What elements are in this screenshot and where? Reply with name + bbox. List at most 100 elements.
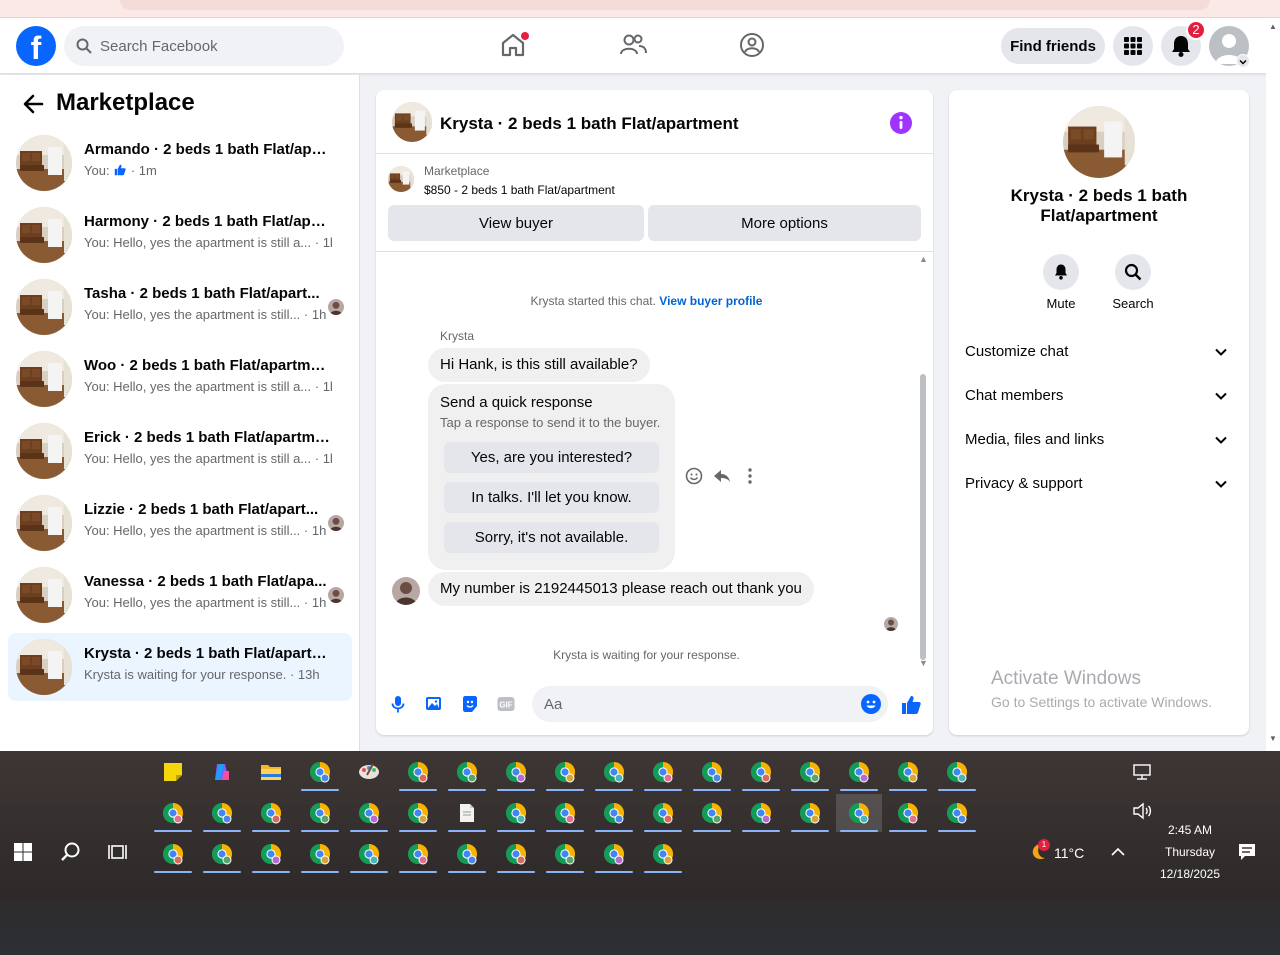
groups-icon[interactable] <box>737 30 767 60</box>
chat-scrollbar[interactable]: ▲ ▼ <box>917 254 929 670</box>
taskbar-app-button[interactable] <box>248 753 294 791</box>
taskbar-app-button[interactable] <box>346 753 392 791</box>
taskbar-app-button[interactable] <box>297 753 343 791</box>
clock-date[interactable]: 12/18/2025 <box>1150 867 1230 881</box>
taskbar-app-button[interactable] <box>199 794 245 832</box>
quick-reply-not-available-button[interactable]: Sorry, it's not available. <box>444 522 659 553</box>
taskbar-app-button[interactable] <box>542 835 588 873</box>
conversation-item[interactable]: Harmony · 2 beds 1 bath Flat/apar... You:… <box>8 201 352 269</box>
message-input-box[interactable] <box>532 686 888 722</box>
scroll-up-icon[interactable]: ▲ <box>1269 22 1277 31</box>
taskbar-app-button[interactable] <box>150 794 196 832</box>
taskbar-app-button[interactable] <box>885 753 931 791</box>
sticker-icon[interactable] <box>460 694 480 714</box>
taskbar-app-button[interactable] <box>150 835 196 873</box>
taskbar-app-button[interactable] <box>591 794 637 832</box>
info-icon[interactable] <box>889 111 913 135</box>
like-icon[interactable] <box>899 693 923 717</box>
gif-icon[interactable]: GIF <box>496 694 516 714</box>
photo-icon[interactable] <box>424 694 444 714</box>
search-in-chat-button[interactable]: Search <box>1103 254 1163 311</box>
notification-center-icon[interactable] <box>1236 841 1258 863</box>
privacy-support-row[interactable]: Privacy & support <box>957 462 1241 506</box>
scroll-up-icon[interactable]: ▲ <box>919 254 928 264</box>
taskbar-app-button[interactable] <box>346 835 392 873</box>
conversation-item[interactable]: Woo · 2 beds 1 bath Flat/apartment You: H… <box>8 345 352 413</box>
taskbar-app-button[interactable] <box>591 753 637 791</box>
facebook-logo[interactable]: f <box>16 26 56 66</box>
chat-members-row[interactable]: Chat members <box>957 374 1241 418</box>
mute-button[interactable]: Mute <box>1031 254 1091 311</box>
listing-thumbnail[interactable] <box>392 102 432 142</box>
taskbar-app-button[interactable] <box>199 753 245 791</box>
taskbar-app-button[interactable] <box>640 794 686 832</box>
taskbar-app-button[interactable] <box>346 794 392 832</box>
chevron-up-icon[interactable] <box>1107 841 1129 863</box>
quick-reply-in-talks-button[interactable]: In talks. I'll let you know. <box>444 482 659 513</box>
back-arrow-icon[interactable] <box>22 93 44 115</box>
taskbar-app-button[interactable] <box>493 753 539 791</box>
search-input[interactable] <box>100 26 330 66</box>
taskbar-app-button[interactable] <box>640 753 686 791</box>
conversation-item[interactable]: Vanessa · 2 beds 1 bath Flat/apa... You: … <box>8 561 352 629</box>
taskbar-app-button[interactable] <box>738 753 784 791</box>
more-options-button[interactable]: More options <box>648 205 921 241</box>
search-button-circle[interactable] <box>1115 254 1151 290</box>
search-box[interactable] <box>64 26 344 66</box>
taskbar-app-button[interactable] <box>493 794 539 832</box>
taskbar-app-button[interactable] <box>150 753 196 791</box>
friends-icon[interactable] <box>618 30 648 60</box>
conversation-item[interactable]: Tasha · 2 beds 1 bath Flat/apart... You: … <box>8 273 352 341</box>
taskbar-app-button[interactable] <box>836 794 882 832</box>
taskbar-app-button[interactable] <box>444 794 490 832</box>
conversation-item[interactable]: Krysta · 2 beds 1 bath Flat/apartm... Kry… <box>8 633 352 701</box>
task-view-icon[interactable] <box>108 841 130 863</box>
react-smiley-icon[interactable] <box>684 466 704 486</box>
taskbar-app-button[interactable] <box>640 835 686 873</box>
microphone-icon[interactable] <box>388 694 408 714</box>
taskbar-app-button[interactable] <box>591 835 637 873</box>
volume-icon[interactable] <box>1131 800 1153 822</box>
taskbar-app-button[interactable] <box>542 794 588 832</box>
conversation-item[interactable]: Armando · 2 beds 1 bath Flat/apar... You:… <box>8 129 352 197</box>
view-buyer-profile-link[interactable]: View buyer profile <box>659 294 762 308</box>
taskbar-app-button[interactable] <box>542 753 588 791</box>
message-input[interactable] <box>544 686 844 722</box>
listing-thumbnail[interactable] <box>1063 106 1135 178</box>
taskbar-app-button[interactable] <box>297 835 343 873</box>
more-options-icon[interactable] <box>740 466 760 486</box>
taskbar-app-button[interactable] <box>444 835 490 873</box>
scroll-down-icon[interactable]: ▼ <box>1269 734 1277 743</box>
listing-price[interactable]: $850 - 2 beds 1 bath Flat/apartment <box>424 183 615 197</box>
taskbar-app-button[interactable] <box>934 753 980 791</box>
taskbar-app-button[interactable] <box>738 794 784 832</box>
taskbar-app-button[interactable] <box>787 794 833 832</box>
page-scrollbar[interactable]: ▲ ▼ <box>1266 18 1280 751</box>
find-friends-button[interactable]: Find friends <box>1001 28 1105 64</box>
taskbar-app-button[interactable] <box>248 794 294 832</box>
emoji-icon[interactable] <box>860 693 882 715</box>
chat-title[interactable]: Krysta · 2 beds 1 bath Flat/apartment <box>440 114 739 134</box>
conversation-item[interactable]: Erick · 2 beds 1 bath Flat/apartment You:… <box>8 417 352 485</box>
customize-chat-row[interactable]: Customize chat <box>957 330 1241 374</box>
scrollbar-thumb[interactable] <box>920 374 926 660</box>
sender-avatar[interactable] <box>392 577 420 605</box>
conversation-item[interactable]: Lizzie · 2 beds 1 bath Flat/apart... You:… <box>8 489 352 557</box>
taskbar-app-button[interactable] <box>297 794 343 832</box>
weather-temperature[interactable]: 11°C <box>1054 845 1084 861</box>
clock-day[interactable]: Thursday <box>1150 845 1230 859</box>
mute-button-circle[interactable] <box>1043 254 1079 290</box>
message-bubble[interactable]: Hi Hank, is this still available? <box>428 348 650 382</box>
taskbar-app-button[interactable] <box>689 794 735 832</box>
media-files-links-row[interactable]: Media, files and links <box>957 418 1241 462</box>
message-bubble[interactable]: My number is 2192445013 please reach out… <box>428 572 814 606</box>
taskbar-app-button[interactable] <box>836 753 882 791</box>
taskbar-app-button[interactable] <box>885 794 931 832</box>
windows-start-icon[interactable] <box>12 841 34 863</box>
clock-time[interactable]: 2:45 AM <box>1150 823 1230 837</box>
taskbar-app-button[interactable] <box>199 835 245 873</box>
taskbar-app-button[interactable] <box>395 753 441 791</box>
scroll-down-icon[interactable]: ▼ <box>919 658 928 668</box>
taskbar-app-button[interactable] <box>444 753 490 791</box>
account-chevron-icon[interactable] <box>1236 54 1250 68</box>
